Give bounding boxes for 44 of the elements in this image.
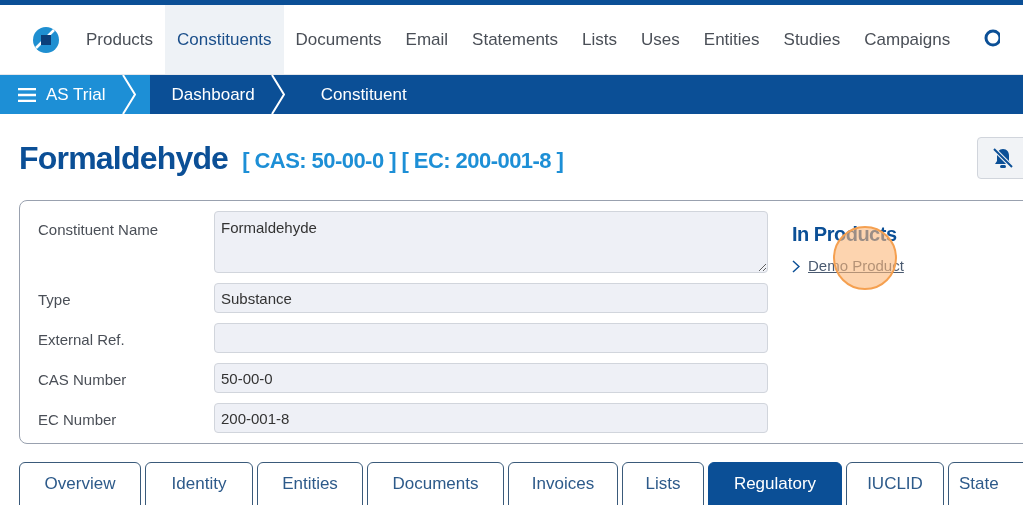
tab[interactable]: Entities: [257, 462, 363, 505]
input-field[interactable]: 200-001-8: [214, 403, 768, 433]
nav-item[interactable]: Uses: [629, 5, 692, 74]
nav-item[interactable]: Entities: [691, 5, 772, 74]
bell-off-icon: [992, 147, 1014, 169]
tab[interactable]: Identity: [145, 462, 253, 505]
breadcrumb-label: AS Trial: [46, 83, 106, 106]
nav-item[interactable]: Documents: [283, 5, 394, 74]
tab[interactable]: Lists: [622, 462, 704, 505]
logo-icon[interactable]: [32, 25, 60, 54]
nav-item[interactable]: Products: [74, 5, 166, 74]
page-subtitle: [ CAS: 50-00-0 ] [ EC: 200-001-8 ]: [242, 146, 564, 175]
breadcrumb-item[interactable]: Constituent: [298, 75, 421, 114]
input-field[interactable]: 50-00-0: [214, 363, 768, 393]
tab[interactable]: Regulatory: [708, 462, 842, 505]
nav-item[interactable]: Campaigns: [852, 5, 963, 74]
menu-icon: [18, 87, 36, 102]
nav-item[interactable]: Constituents: [165, 5, 284, 74]
chevron-icon: [121, 75, 136, 114]
page-title: Formaldehyde: [19, 139, 229, 178]
section-heading: In Products: [792, 222, 898, 247]
breadcrumb-label: Constituent: [320, 83, 407, 106]
chevron-icon: [792, 259, 800, 273]
tab[interactable]: Documents: [367, 462, 504, 505]
field-label: Type: [38, 290, 72, 310]
breadcrumb-item[interactable]: Dashboard: [149, 75, 299, 114]
field-label: EC Number: [38, 410, 118, 430]
input-field[interactable]: [214, 323, 768, 353]
nav-item[interactable]: Statements: [460, 5, 571, 74]
nav-item[interactable]: Studies: [771, 5, 853, 74]
nav-item[interactable]: Lists: [570, 5, 630, 74]
breadcrumb-label: Dashboard: [171, 83, 255, 106]
chevron-icon: [270, 75, 285, 114]
tab[interactable]: Overview: [19, 462, 141, 505]
field-label: External Ref.: [38, 330, 126, 350]
input-field[interactable]: Substance: [214, 283, 768, 313]
tab[interactable]: IUCLID: [846, 462, 944, 505]
field-label: CAS Number: [38, 370, 128, 390]
field-label: Constituent Name: [38, 220, 160, 240]
breadcrumb-item[interactable]: AS Trial: [0, 75, 150, 114]
tab[interactable]: Invoices: [508, 462, 618, 505]
text-area[interactable]: Formaldehyde: [214, 211, 768, 273]
nav-item[interactable]: Email: [393, 5, 461, 74]
tab[interactable]: State: [948, 462, 1023, 505]
